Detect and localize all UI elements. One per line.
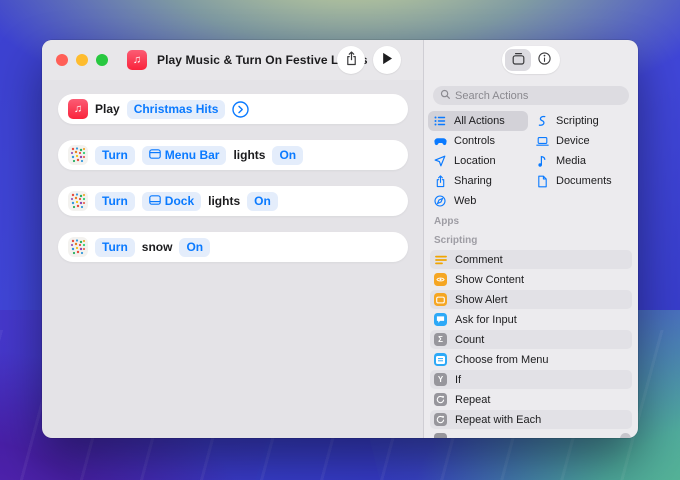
location-arrow-icon [433,155,447,167]
share-icon [345,51,358,69]
action-library-sidebar: All Actions Controls Location Sharing We… [424,40,638,438]
if-branch-icon: Y [434,373,447,386]
show-content-icon [434,273,447,286]
action-item-if[interactable]: Y If [430,370,632,389]
show-alert-icon [434,293,447,306]
category-web[interactable]: Web [428,191,528,211]
category-location[interactable]: Location [428,151,528,171]
title-bar: ♫ Play Music & Turn On Festive Lights [42,40,423,80]
repeat-with-each-icon [434,413,447,426]
section-header-apps: Apps [434,216,459,227]
action-item-partial[interactable] [430,430,632,438]
ask-for-input-icon [434,313,447,326]
scripting-curve-icon [535,115,549,127]
clipped-action-icon [434,433,447,438]
festive-lights-app-icon [68,237,88,257]
action-item-repeat-with-each[interactable]: Repeat with Each [430,410,632,429]
shortcuts-window: ♫ Play Music & Turn On Festive Lights ♫ … [42,40,638,438]
shortcut-music-icon: ♫ [127,50,147,70]
minimize-button[interactable] [76,54,88,66]
repeat-loop-icon [434,393,447,406]
festive-lights-app-icon [68,191,88,211]
share-button[interactable] [337,46,365,74]
category-media[interactable]: Media [530,151,634,171]
close-button[interactable] [56,54,68,66]
section-header-scripting: Scripting [434,235,478,246]
category-documents[interactable]: Documents [530,171,634,191]
verb-token[interactable]: Turn [95,191,135,211]
count-sigma-icon: Σ [434,333,447,346]
action-item-show-content[interactable]: Show Content [430,270,632,289]
compass-icon [433,195,447,207]
action-card-snow[interactable]: Turn snow On [58,232,408,262]
menu-bar-icon [148,146,161,165]
play-icon [382,52,393,68]
list-bullet-icon [433,115,447,127]
shortcut-info-tab[interactable] [531,49,557,71]
action-card-dock-lights[interactable]: Turn Dock lights On [58,186,408,216]
comment-icon [434,253,447,266]
state-token[interactable]: On [272,145,304,165]
action-item-count[interactable]: Σ Count [430,330,632,349]
action-item-repeat[interactable]: Repeat [430,390,632,409]
dock-token[interactable]: Dock [141,191,202,211]
state-token[interactable]: On [247,191,278,211]
category-controls[interactable]: Controls [428,131,528,151]
run-shortcut-button[interactable] [373,46,401,74]
library-box-icon [511,52,526,69]
menubar-token[interactable]: Menu Bar [141,145,227,165]
search-input[interactable] [455,89,615,102]
verb-token[interactable]: Turn [95,237,135,257]
verb-token[interactable]: Turn [95,145,135,165]
action-library-tab[interactable] [505,49,531,71]
zoom-button[interactable] [96,54,108,66]
action-item-comment[interactable]: Comment [430,250,632,269]
action-verb: Play [95,102,120,116]
expand-chevron-icon[interactable] [232,100,250,118]
sidebar-view-toggle [502,46,560,74]
action-card-menubar-lights[interactable]: Turn Menu Bar lights On [58,140,408,170]
object-label: lights [208,194,241,208]
dock-icon [148,192,161,211]
category-device[interactable]: Device [530,131,634,151]
playlist-token[interactable]: Christmas Hits [126,99,226,119]
festive-lights-app-icon [68,145,88,165]
action-card-play-music[interactable]: ♫ Play Christmas Hits [58,94,408,124]
gamepad-icon [433,135,447,147]
action-item-show-alert[interactable]: Show Alert [430,290,632,309]
laptop-icon [535,136,549,147]
category-sharing[interactable]: Sharing [428,171,528,191]
search-actions-field[interactable] [433,86,629,105]
editor-pane: ♫ Play Music & Turn On Festive Lights ♫ … [42,40,424,438]
state-token[interactable]: On [179,237,211,257]
apple-music-icon: ♫ [68,99,88,119]
category-scripting[interactable]: Scripting [530,111,634,131]
document-icon [535,175,549,188]
choose-from-menu-icon [434,353,447,366]
info-icon [537,51,552,69]
scrollbar-thumb[interactable] [620,433,631,438]
object-label: snow [141,240,173,254]
music-note-icon [535,155,549,167]
share-box-icon [433,174,447,188]
action-item-ask-for-input[interactable]: Ask for Input [430,310,632,329]
search-icon [440,87,451,105]
category-all-actions[interactable]: All Actions [428,111,528,131]
shortcut-actions-canvas: ♫ Play Christmas Hits Turn Menu Bar ligh… [42,80,424,438]
action-item-choose-from-menu[interactable]: Choose from Menu [430,350,632,369]
object-label: lights [233,148,266,162]
desktop-wallpaper: ♫ Play Music & Turn On Festive Lights ♫ … [0,0,680,480]
